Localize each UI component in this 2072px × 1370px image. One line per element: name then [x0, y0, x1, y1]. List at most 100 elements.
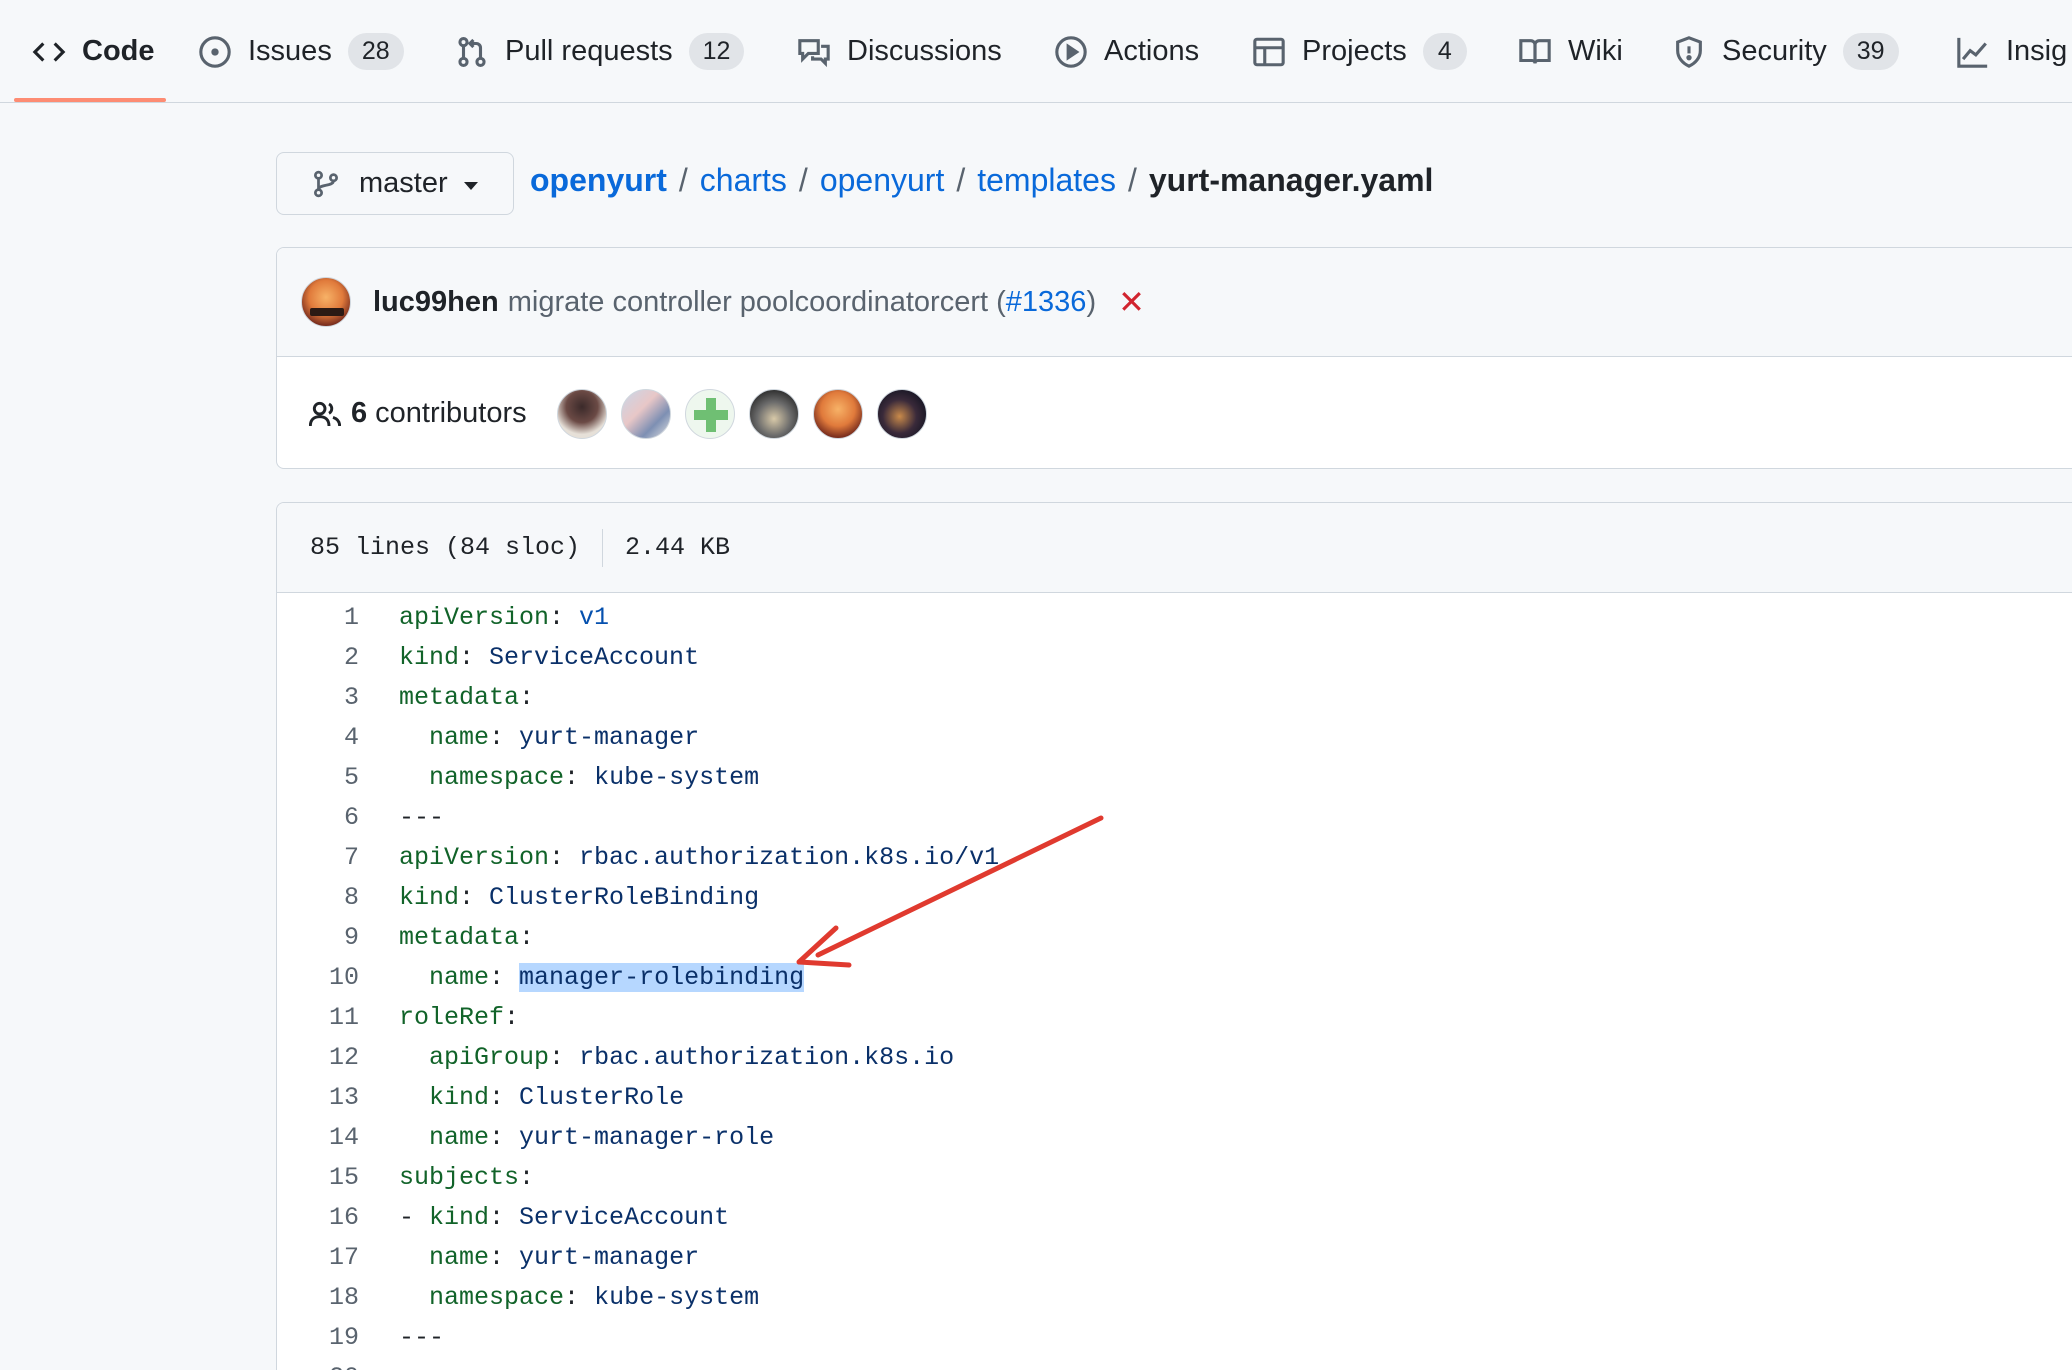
tab-actions[interactable]: Actions: [1054, 0, 1199, 103]
tab-issues[interactable]: Issues 28: [198, 0, 404, 103]
yaml-colon: :: [489, 963, 520, 992]
line-number[interactable]: 2: [277, 638, 359, 678]
code-line: 6 ---: [277, 798, 2072, 838]
file-size: 2.44 KB: [625, 533, 731, 562]
git-pull-request-icon: [455, 35, 489, 69]
yaml-colon: :: [489, 1243, 520, 1272]
yaml-key: apiVersion: [399, 603, 550, 632]
tab-actions-label: Actions: [1104, 35, 1200, 67]
yaml-colon: :: [459, 883, 490, 912]
breadcrumb-charts-link[interactable]: charts: [700, 162, 787, 199]
commit-author-link[interactable]: luc99hen: [373, 286, 499, 319]
code-line: 20: [277, 1358, 2072, 1370]
code-line: 19 ---: [277, 1318, 2072, 1358]
code-line: 13 kind: ClusterRole: [277, 1078, 2072, 1118]
code-line: 10 name: manager-rolebinding: [277, 958, 2072, 998]
line-number[interactable]: 13: [277, 1078, 359, 1118]
file-info-header: 85 lines (84 sloc) 2.44 KB: [277, 503, 2072, 593]
yaml-value: ClusterRoleBinding: [489, 883, 760, 912]
line-number[interactable]: 11: [277, 998, 359, 1038]
yaml-key: roleRef: [399, 1003, 505, 1032]
branch-name: master: [359, 167, 448, 199]
breadcrumb-openyurt-link[interactable]: openyurt: [820, 162, 945, 199]
check-failed-x-icon[interactable]: ✕: [1118, 283, 1145, 321]
file-line-count: 85 lines (84 sloc): [310, 533, 581, 562]
book-icon: [1518, 35, 1552, 69]
contributor-avatar[interactable]: [748, 388, 799, 439]
code-line: 3 metadata:: [277, 678, 2072, 718]
line-content: name: yurt-manager-role: [399, 1118, 774, 1158]
line-number[interactable]: 16: [277, 1198, 359, 1238]
commit-pr-link[interactable]: #1336: [1006, 286, 1087, 318]
line-number[interactable]: 19: [277, 1318, 359, 1358]
tab-code[interactable]: Code: [32, 0, 155, 103]
author-avatar[interactable]: [301, 277, 351, 327]
yaml-value: v1: [579, 603, 610, 632]
line-number[interactable]: 8: [277, 878, 359, 918]
contributor-avatar[interactable]: [684, 388, 735, 439]
tab-wiki[interactable]: Wiki: [1518, 0, 1623, 103]
tab-insights[interactable]: Insig: [1956, 0, 2067, 103]
line-number[interactable]: 9: [277, 918, 359, 958]
tab-pull-requests[interactable]: Pull requests 12: [455, 0, 745, 103]
code-line: 5 namespace: kube-system: [277, 758, 2072, 798]
line-number[interactable]: 7: [277, 838, 359, 878]
line-number[interactable]: 17: [277, 1238, 359, 1278]
code-line: 15 subjects:: [277, 1158, 2072, 1198]
code-line: 9 metadata:: [277, 918, 2072, 958]
yaml-colon: :: [549, 843, 580, 872]
commit-message[interactable]: migrate controller poolcoordinatorcert (…: [508, 286, 1096, 319]
yaml-separator: ---: [399, 803, 445, 832]
tab-issues-label: Issues: [248, 35, 332, 67]
tab-pull-requests-label: Pull requests: [505, 35, 673, 67]
line-content: ---: [399, 798, 444, 838]
tab-discussions-label: Discussions: [847, 35, 1002, 67]
line-number[interactable]: 5: [277, 758, 359, 798]
yaml-colon: :: [459, 643, 490, 672]
line-content: subjects:: [399, 1158, 534, 1198]
contributors-row[interactable]: 6 contributors: [277, 357, 2072, 468]
yaml-colon: :: [519, 1163, 535, 1192]
line-number[interactable]: 15: [277, 1158, 359, 1198]
yaml-value: ServiceAccount: [519, 1203, 730, 1232]
contributor-avatar[interactable]: [556, 388, 607, 439]
contributor-avatar[interactable]: [876, 388, 927, 439]
latest-commit-row: luc99hen migrate controller poolcoordina…: [277, 248, 2072, 357]
code-line: 11 roleRef:: [277, 998, 2072, 1038]
line-number[interactable]: 20: [277, 1358, 359, 1370]
line-content: kind: ServiceAccount: [399, 638, 699, 678]
tab-discussions[interactable]: Discussions: [797, 0, 1002, 103]
line-number[interactable]: 6: [277, 798, 359, 838]
line-number[interactable]: 10: [277, 958, 359, 998]
contributor-avatar[interactable]: [620, 388, 671, 439]
tab-security[interactable]: Security 39: [1672, 0, 1899, 103]
line-content: ---: [399, 1318, 444, 1358]
comment-discussion-icon: [797, 35, 831, 69]
projects-count-badge: 4: [1422, 33, 1467, 70]
contributor-avatar[interactable]: [812, 388, 863, 439]
play-icon: [1054, 35, 1088, 69]
yaml-value: yurt-manager: [519, 723, 700, 752]
line-number[interactable]: 18: [277, 1278, 359, 1318]
line-number[interactable]: 4: [277, 718, 359, 758]
breadcrumb-repo-link[interactable]: openyurt: [530, 162, 667, 199]
tab-projects[interactable]: Projects 4: [1252, 0, 1467, 103]
yaml-value: rbac.authorization.k8s.io/v1: [579, 843, 1000, 872]
yaml-value: ClusterRole: [519, 1083, 685, 1112]
commit-message-end: ): [1086, 285, 1097, 318]
line-number[interactable]: 3: [277, 678, 359, 718]
yaml-key: apiVersion: [399, 843, 550, 872]
highlighted-value: manager-rolebinding: [519, 963, 805, 992]
line-number[interactable]: 1: [277, 598, 359, 638]
line-content: name: yurt-manager: [399, 718, 699, 758]
line-content: apiGroup: rbac.authorization.k8s.io: [399, 1038, 954, 1078]
yaml-value: kube-system: [594, 1283, 760, 1312]
branch-select-button[interactable]: master: [276, 152, 514, 215]
line-number[interactable]: 14: [277, 1118, 359, 1158]
line-number[interactable]: 12: [277, 1038, 359, 1078]
yaml-key: name: [429, 1123, 490, 1152]
breadcrumb-file-name: yurt-manager.yaml: [1148, 162, 1434, 198]
code-line: 14 name: yurt-manager-role: [277, 1118, 2072, 1158]
breadcrumb-templates-link[interactable]: templates: [977, 162, 1116, 199]
